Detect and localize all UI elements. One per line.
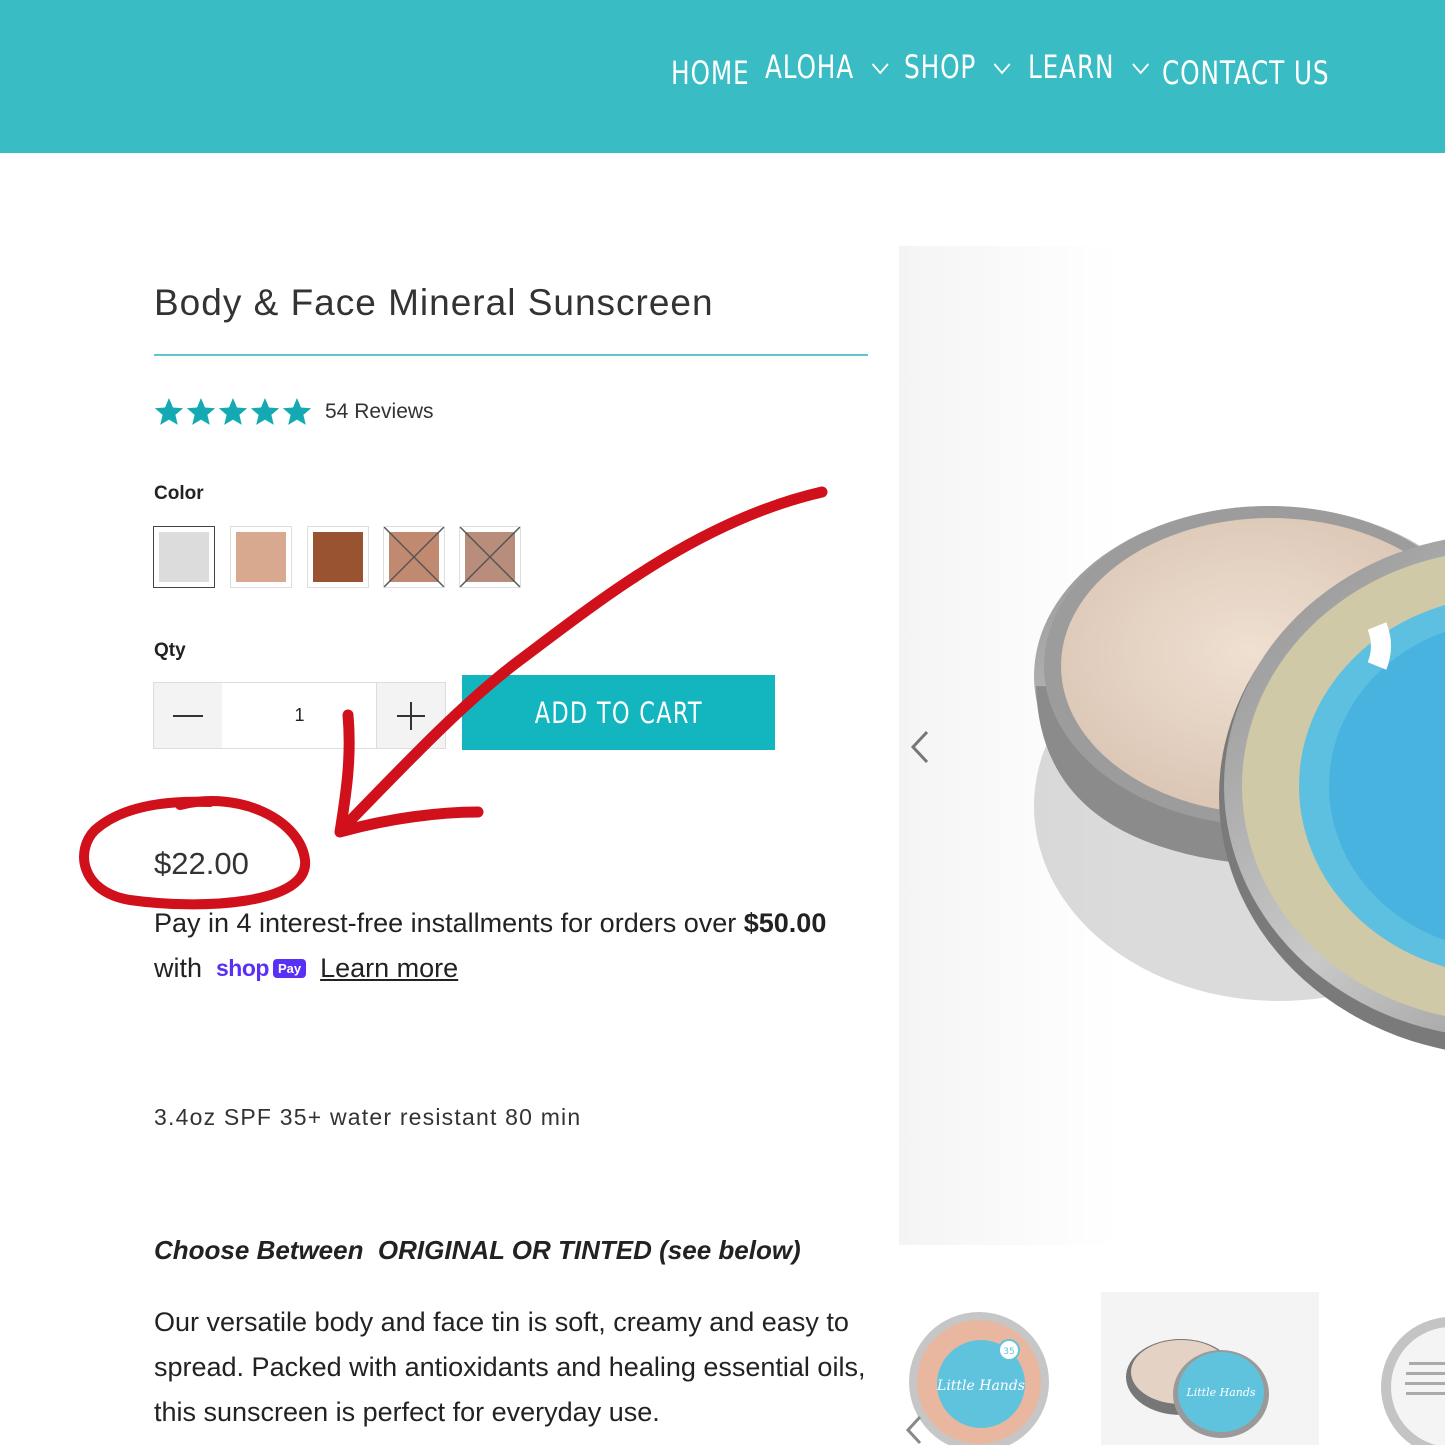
qty-increment-button[interactable] <box>376 683 445 748</box>
star-icon <box>154 398 184 425</box>
quantity-stepper <box>153 682 446 749</box>
nav-item-learn[interactable]: LEARN <box>1028 48 1149 86</box>
chevron-down-icon <box>1131 63 1149 75</box>
learn-more-link[interactable]: Learn more <box>320 953 458 984</box>
with-text: with <box>154 953 203 983</box>
shop-pay-logo: shop Pay <box>216 955 307 982</box>
thumbnail-2[interactable]: Little Hands <box>1101 1292 1319 1445</box>
thumb-brand-text-2: Little Hands <box>1185 1386 1255 1399</box>
spf-badge-text: 35 <box>1003 1347 1014 1357</box>
unavailable-x-icon <box>384 527 444 587</box>
swatch-fill <box>236 532 286 582</box>
thumbnail-3[interactable] <box>1331 1292 1445 1445</box>
choose-heading: Choose Between ORIGINAL OR TINTED (see b… <box>154 1235 801 1265</box>
product-description: Our versatile body and face tin is soft,… <box>154 1307 866 1427</box>
plus-icon <box>397 701 425 730</box>
thumbnail-1[interactable]: Little Hands 35 <box>899 1292 1089 1445</box>
swatch-deep[interactable] <box>459 526 521 588</box>
reviews-link[interactable]: 54 Reviews <box>325 400 434 424</box>
product-main-image[interactable] <box>899 246 1445 1245</box>
installments-threshold: $50.00 <box>743 908 827 938</box>
shop-pay-badge: Pay <box>272 959 307 978</box>
swatch-medium[interactable] <box>383 526 445 588</box>
swatch-dark[interactable] <box>307 526 369 588</box>
add-to-cart-button[interactable]: ADD TO CART <box>462 675 775 750</box>
shop-pay-line: with shop Pay Learn more <box>154 953 458 984</box>
nav-label: HOME <box>671 54 750 92</box>
gallery-prev-arrow-icon[interactable] <box>909 730 931 764</box>
nav-item-contact-us[interactable]: CONTACT US <box>1162 54 1329 92</box>
installments-copy: Pay in 4 interest-free installments for … <box>154 908 744 938</box>
minus-icon <box>173 714 203 717</box>
nav-label: ALOHA <box>765 48 855 86</box>
star-icon <box>282 398 312 425</box>
swatch-fill <box>159 532 209 582</box>
nav-item-home[interactable]: HOME <box>671 54 750 92</box>
nav-label: LEARN <box>1028 48 1115 86</box>
qty-label: Qty <box>154 640 186 661</box>
swatch-original[interactable] <box>153 526 215 588</box>
quantity-input[interactable] <box>222 683 377 748</box>
star-icon <box>186 398 216 425</box>
nav-item-aloha[interactable]: ALOHA <box>765 48 889 86</box>
nav-item-shop[interactable]: SHOP <box>904 48 1011 86</box>
chevron-down-icon <box>871 63 889 75</box>
color-label: Color <box>154 483 204 504</box>
installments-text: Pay in 4 interest-free installments for … <box>154 908 826 939</box>
product-title: Body & Face Mineral Sunscreen <box>154 282 714 323</box>
nav-label: CONTACT US <box>1162 54 1330 92</box>
main-nav: HOME ALOHA SHOP LEARN CONTACT US <box>0 0 1445 153</box>
thumb-brand-text: Little Hands <box>936 1378 1025 1394</box>
qty-decrement-button[interactable] <box>154 683 223 748</box>
unavailable-x-icon <box>460 527 520 587</box>
title-divider <box>154 354 868 356</box>
swatch-fill <box>313 532 363 582</box>
chevron-down-icon <box>993 63 1011 75</box>
add-to-cart-label: ADD TO CART <box>534 695 703 730</box>
sunscreen-tin-illustration <box>1034 506 1445 1050</box>
nav-label: SHOP <box>904 48 977 86</box>
tin-lid-thumbnail: Little Hands 35 <box>909 1312 1049 1445</box>
tin-back-thumbnail <box>1381 1317 1445 1445</box>
star-icon <box>250 398 280 425</box>
swatch-light[interactable] <box>230 526 292 588</box>
shop-pay-word: shop <box>216 955 269 981</box>
star-rating[interactable] <box>153 396 313 428</box>
thumbnail-prev-arrow-icon[interactable] <box>905 1415 923 1445</box>
open-tin-thumbnail: Little Hands <box>1126 1339 1269 1438</box>
product-price: $22.00 <box>154 846 249 881</box>
star-icon <box>218 398 248 425</box>
product-spec: 3.4oz SPF 35+ water resistant 80 min <box>154 1104 582 1130</box>
